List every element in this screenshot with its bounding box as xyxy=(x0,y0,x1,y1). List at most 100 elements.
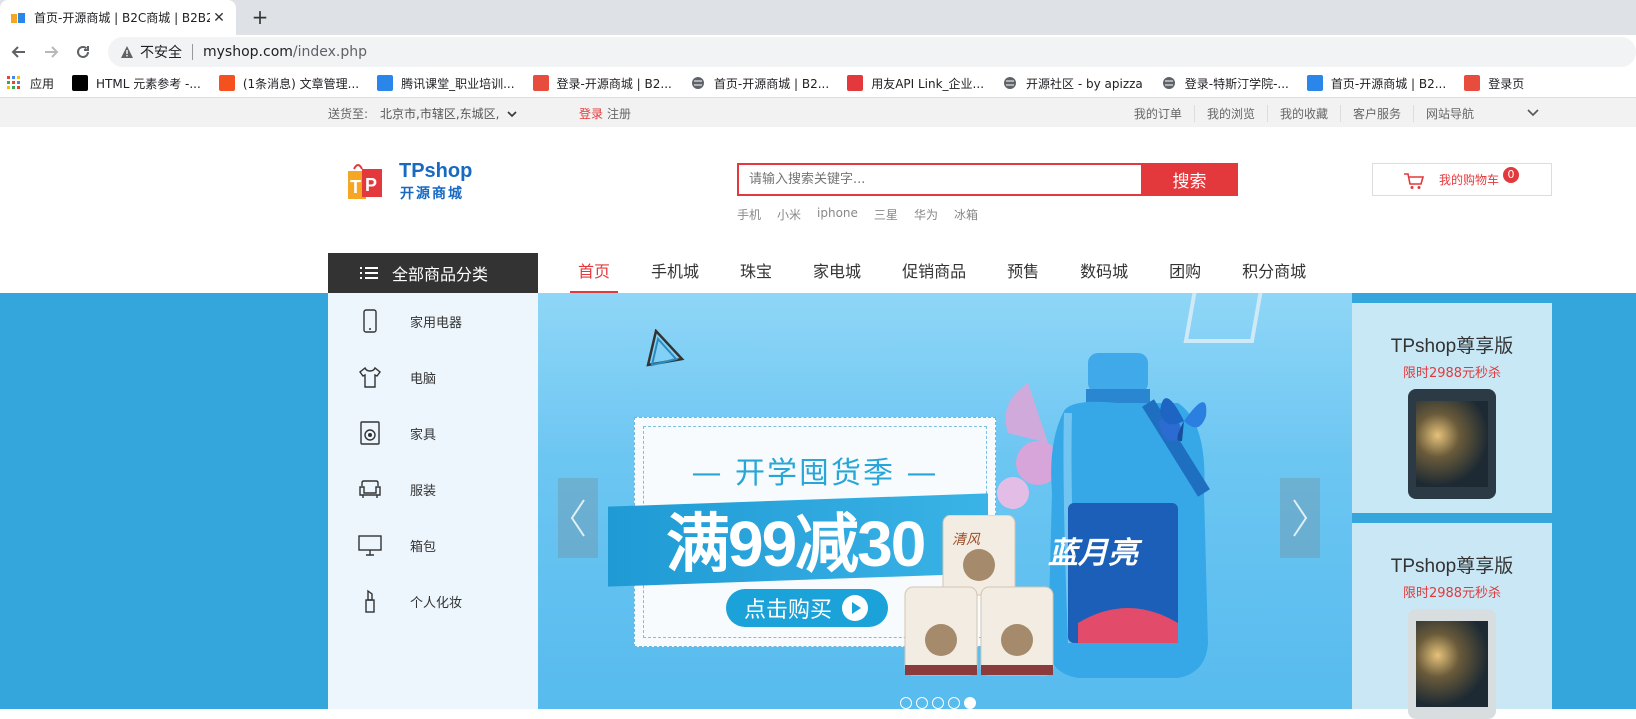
menu-item[interactable]: 首页 xyxy=(570,253,619,293)
topbar-link[interactable]: 客户服务 xyxy=(1339,105,1413,122)
prev-slide-button[interactable] xyxy=(558,478,598,558)
menu-item[interactable]: 积分商城 xyxy=(1234,253,1314,293)
sidebar-category-label: 个人化妆 xyxy=(410,595,463,611)
tpshop-logo[interactable]: T P TPshop 开源商城 xyxy=(346,160,473,203)
bookmark-item[interactable]: 腾讯课堂_职业培训... xyxy=(377,75,515,92)
hot-keywords: 手机 小米 iphone 三星 华为 冰箱 xyxy=(737,206,994,223)
reload-button[interactable] xyxy=(70,39,96,65)
hot-keyword[interactable]: 三星 xyxy=(874,206,898,223)
hot-keyword[interactable]: iphone xyxy=(817,206,858,223)
slide-indicators xyxy=(900,697,980,709)
bookmark-label: 登录-开源商城 | B2... xyxy=(556,76,672,91)
bookmark-item[interactable]: 首页-开源商城 | B2... xyxy=(1306,75,1447,92)
topbar-link[interactable]: 网站导航 xyxy=(1412,105,1486,122)
deliver-label: 送货至: xyxy=(328,107,369,121)
apps-grid-icon xyxy=(6,75,22,91)
bookmark-label: HTML 元素参考 -... xyxy=(96,76,201,91)
tshirt-icon xyxy=(358,365,382,389)
csdn-icon xyxy=(218,75,235,91)
tpshop-icon xyxy=(1306,75,1323,91)
menu-item[interactable]: 促销商品 xyxy=(894,253,974,293)
register-link[interactable]: 注册 xyxy=(607,105,631,122)
sidebar-category-item[interactable]: 箱包 xyxy=(328,517,538,573)
slide-dot[interactable] xyxy=(916,697,928,709)
url-text: myshop.com/index.php xyxy=(203,44,367,60)
bookmark-item[interactable]: (1条消息) 文章管理... xyxy=(218,75,359,92)
hot-keyword[interactable]: 冰箱 xyxy=(954,206,978,223)
bookmark-label: 开源社区 - by apizza xyxy=(1026,76,1143,91)
globe-icon xyxy=(1161,75,1177,91)
hot-keyword[interactable]: 小米 xyxy=(777,206,801,223)
topbar-link[interactable]: 我的订单 xyxy=(1122,105,1194,122)
sofa-icon xyxy=(358,477,382,501)
slide-dot-active[interactable] xyxy=(964,697,976,709)
hot-keyword[interactable]: 华为 xyxy=(914,206,938,223)
buy-now-button[interactable]: 点击购买 xyxy=(726,589,888,627)
menu-item[interactable]: 家电城 xyxy=(805,253,869,293)
buy-now-label: 点击购买 xyxy=(744,598,833,623)
slide-dot[interactable] xyxy=(900,697,912,709)
topbar-link[interactable]: 我的浏览 xyxy=(1193,105,1267,122)
bookmark-label: 腾讯课堂_职业培训... xyxy=(401,76,515,91)
all-categories-button[interactable]: 全部商品分类 xyxy=(328,253,538,293)
svg-text:T: T xyxy=(350,177,361,197)
right-ad-1[interactable]: TPshop尊享版 限时2988元秒杀 xyxy=(1352,303,1552,513)
slide-dot[interactable] xyxy=(932,697,944,709)
chevron-down-icon xyxy=(1527,109,1539,117)
bookmark-item[interactable]: 登录-开源商城 | B2... xyxy=(532,75,672,92)
deliver-to[interactable]: 送货至: 北京市,市辖区,东城区, xyxy=(328,105,517,122)
menu-item[interactable]: 预售 xyxy=(999,253,1047,293)
new-tab-button[interactable]: + xyxy=(248,6,272,30)
sidebar-category-item[interactable]: 个人化妆 xyxy=(328,573,538,629)
category-sidebar: 家用电器 电脑 家具服装箱包个人化妆 xyxy=(328,293,538,709)
hot-keyword[interactable]: 手机 xyxy=(737,206,761,223)
slide-dot[interactable] xyxy=(948,697,960,709)
bookmark-label: 首页-开源商城 | B2... xyxy=(1330,76,1447,91)
tissue-rolls-image xyxy=(904,515,1054,676)
menu-item[interactable]: 手机城 xyxy=(643,253,707,293)
sidebar-category-item[interactable]: 家用电器 xyxy=(328,293,538,349)
browser-tab[interactable]: 首页-开源商城 | B2C商城 | B2B2 ✕ xyxy=(0,0,236,35)
login-link[interactable]: 登录 xyxy=(579,105,603,122)
logo-text: TPshop xyxy=(399,160,473,182)
site-topbar: 送货至: 北京市,市辖区,东城区, 登录 注册 我的订单 我的浏览 我的收藏 客户服务网… xyxy=(0,98,1636,127)
bookmark-item[interactable]: 登录页 xyxy=(1464,75,1524,92)
bookmark-item[interactable]: 应用 xyxy=(6,75,54,92)
sidebar-category-item[interactable]: 电脑 xyxy=(328,349,538,405)
bookmark-item[interactable]: HTML 元素参考 -... xyxy=(72,75,201,92)
omnibox-separator xyxy=(192,44,193,60)
cart-button[interactable]: 我的购物车 0 xyxy=(1372,163,1552,196)
bookmark-item[interactable]: 用友API Link_企业... xyxy=(847,75,984,92)
sidebar-category-label: 服装 xyxy=(410,483,437,499)
forward-arrow-icon xyxy=(45,46,59,58)
search-button[interactable]: 搜索 xyxy=(1141,163,1238,196)
search-input[interactable] xyxy=(737,163,1141,196)
play-icon xyxy=(842,595,869,621)
ad-subtitle: 限时2988元秒杀 xyxy=(1402,366,1502,381)
omnibox[interactable]: 不安全 myshop.com/index.php xyxy=(108,37,1636,67)
bookmark-item[interactable]: 首页-开源商城 | B2... xyxy=(690,75,829,92)
url-host: myshop.com xyxy=(203,44,293,60)
window-frame-decoration xyxy=(1183,293,1263,343)
bookmark-item[interactable]: 登录-特斯汀学院-... xyxy=(1161,75,1289,92)
next-slide-button[interactable] xyxy=(1280,478,1320,558)
bookmark-item[interactable]: 开源社区 - by apizza xyxy=(1002,75,1143,92)
chevron-right-icon xyxy=(1293,499,1308,537)
menu-item[interactable]: 珠宝 xyxy=(732,253,780,293)
sidebar-category-item[interactable]: 家具 xyxy=(328,405,538,461)
right-ad-2[interactable]: TPshop尊享版 限时2988元秒杀 xyxy=(1352,523,1552,719)
banner-slide[interactable]: — 开学囤货季 — 满99减30 点击购买 蓝月亮 清风 xyxy=(538,293,1352,709)
list-icon xyxy=(360,267,378,279)
tissue-brand-label: 清风 xyxy=(952,532,980,548)
phone-image xyxy=(1408,389,1496,499)
topbar-link[interactable]: 我的收藏 xyxy=(1266,105,1340,122)
forward-button[interactable] xyxy=(38,39,64,65)
tab-title: 首页-开源商城 | B2C商城 | B2B2 xyxy=(34,11,210,25)
menu-item[interactable]: 团购 xyxy=(1161,253,1209,293)
menu-item[interactable]: 数码城 xyxy=(1072,253,1136,293)
yonyou-icon xyxy=(847,75,864,91)
close-tab-icon[interactable]: ✕ xyxy=(210,9,228,27)
shop-bag-icon xyxy=(1464,75,1481,91)
back-button[interactable] xyxy=(6,39,32,65)
sidebar-category-item[interactable]: 服装 xyxy=(328,461,538,517)
